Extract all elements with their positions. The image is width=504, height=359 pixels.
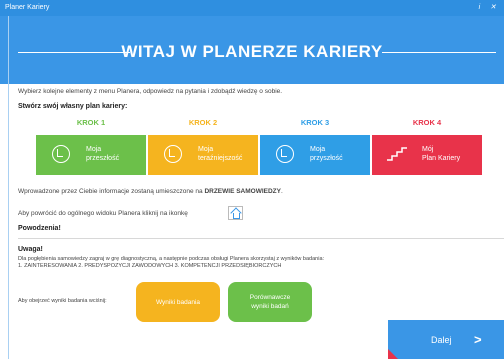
step-3-text: Moja przyszłość: [310, 145, 343, 163]
step-3-line2: przyszłość: [310, 155, 343, 162]
home-icon[interactable]: [228, 206, 243, 220]
tree-info-text: Wprowadzone przez Ciebie informacje zost…: [18, 188, 283, 195]
step-4-line2: Plan Kariery: [422, 155, 461, 162]
step-1-text: Moja przeszłość: [86, 145, 119, 163]
step-3-label: KROK 3: [300, 118, 330, 127]
step-1-line2: przeszłość: [86, 155, 120, 162]
page-title: WITAJ W PLANERZE KARIERY: [121, 42, 383, 61]
comparative-results-button[interactable]: Porównawcze wyniki badań: [228, 282, 312, 322]
stairs-icon: [387, 147, 407, 161]
window-icons[interactable]: i ✕: [479, 4, 500, 11]
next-button-label: Dalej: [431, 335, 452, 345]
clock-check-icon: [276, 145, 294, 163]
plan-heading: Stwórz swój własny plan kariery:: [18, 103, 128, 110]
note-title: Uwaga!: [18, 246, 43, 253]
intro-text: Wybierz kolejne elementy z menu Planera,…: [18, 88, 283, 95]
step-4-text: Mój Plan Kariery: [422, 145, 460, 163]
comparative-line1: Porównawcze: [249, 294, 291, 301]
comparative-results-label: Porównawcze wyniki badań: [250, 293, 290, 311]
note-line-1: Dla pogłębienia samowiedzy zagraj w grę …: [18, 256, 325, 262]
clock-check-icon: [52, 145, 70, 163]
good-luck-text: Powodzenia!: [18, 225, 61, 232]
step-3-line1: Moja: [310, 146, 326, 153]
chevron-right-icon: >: [474, 332, 482, 347]
window-title: Planer Kariery: [5, 4, 50, 11]
note-line-2: 1. ZAINTERESOWANIA 2. PREDYSPOZYCJI ZAWO…: [18, 263, 282, 269]
results-button-label: Wyniki badania: [155, 298, 201, 306]
step-2-label: KROK 2: [188, 118, 218, 127]
section-divider: [18, 238, 504, 239]
step-1-line1: Moja: [86, 146, 102, 153]
results-button[interactable]: Wyniki badania: [136, 282, 220, 322]
step-2-text: Moja teraźniejszość: [198, 145, 242, 163]
step-2-line2: teraźniejszość: [198, 155, 243, 162]
step-3-button[interactable]: Moja przyszłość: [260, 135, 370, 175]
step-4-label: KROK 4: [412, 118, 442, 127]
step-1-button[interactable]: Moja przeszłość: [36, 135, 146, 175]
home-info-text: Aby powrócić do ogólnego widoku Planera …: [18, 210, 188, 217]
step-4-line1: Mój: [422, 146, 434, 153]
step-2-button[interactable]: Moja teraźniejszość: [148, 135, 258, 175]
window-controls: i ✕: [479, 0, 500, 16]
comparative-line2: wyniki badań: [251, 303, 289, 310]
tree-info-prefix: Wprowadzone przez Ciebie informacje zost…: [18, 188, 205, 195]
window-titlebar: Planer Kariery i ✕: [0, 0, 504, 16]
results-prompt: Aby obejrzeć wyniki badania wciśnij:: [18, 298, 107, 304]
step-2-line1: Moja: [198, 146, 214, 153]
step-1-label: KROK 1: [76, 118, 106, 127]
tree-info-bold: DRZEWIE SAMOWIEDZY: [204, 188, 281, 195]
next-button[interactable]: Dalej >: [388, 320, 504, 359]
step-4-button[interactable]: Mój Plan Kariery: [372, 135, 482, 175]
clock-check-icon: [164, 145, 182, 163]
tree-info-suffix: .: [281, 188, 283, 195]
